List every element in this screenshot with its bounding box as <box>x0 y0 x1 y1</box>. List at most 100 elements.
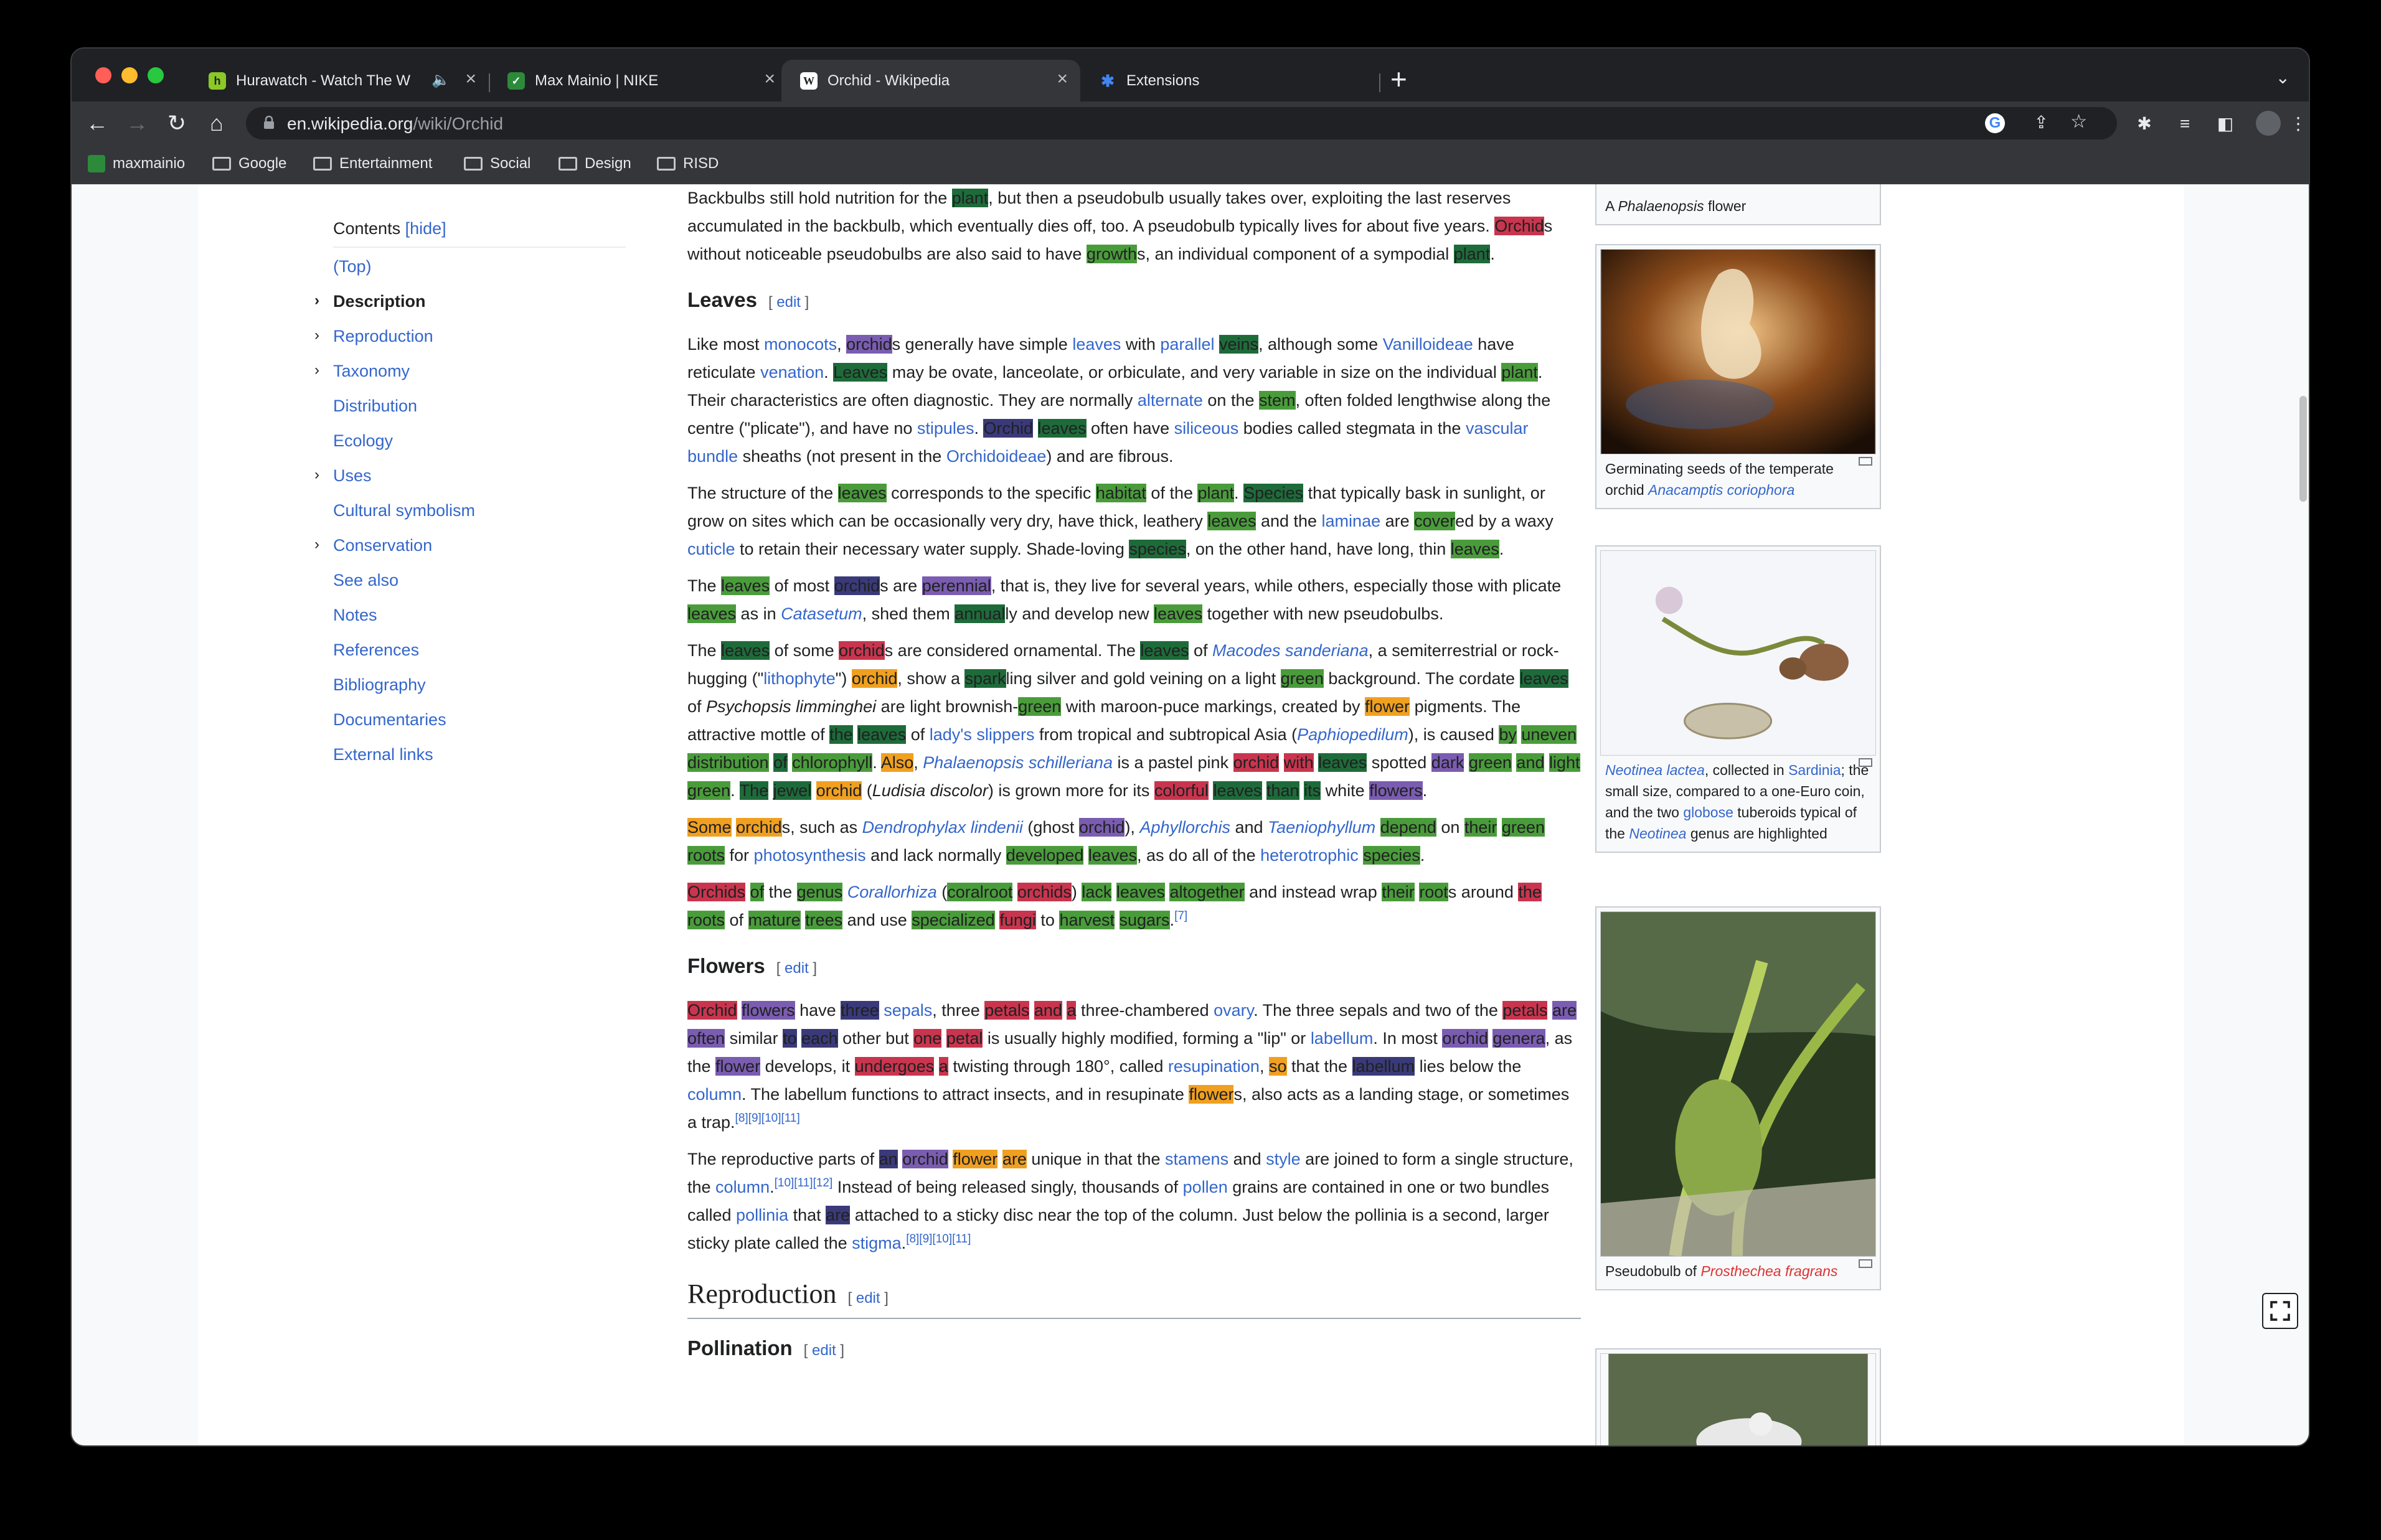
toc-item-bibliography[interactable]: Bibliography <box>333 675 475 710</box>
url-text[interactable]: en.wikipedia.org/wiki/Orchid <box>287 114 503 134</box>
germinating-seeds-image[interactable] <box>1600 249 1876 454</box>
chevron-right-icon[interactable]: › <box>314 362 319 379</box>
bookmark-risd[interactable]: RISD <box>657 155 719 172</box>
thumbnail-prosthechea: Pseudobulb of Prosthechea fragrans <box>1595 906 1881 1290</box>
paragraph: Some orchids, such as Dendrophylax linde… <box>687 818 1545 865</box>
new-tab-button[interactable]: + <box>1390 62 1407 96</box>
back-icon[interactable]: ← <box>84 110 110 136</box>
home-icon[interactable]: ⌂ <box>204 110 230 136</box>
scrollbar-thumb[interactable] <box>2299 396 2307 502</box>
toc-item-notes[interactable]: Notes <box>333 606 475 641</box>
enlarge-icon[interactable] <box>1859 1259 1872 1268</box>
bookmark-design[interactable]: Design <box>559 155 631 172</box>
toc-item-references[interactable]: References <box>333 641 475 675</box>
reload-icon[interactable]: ↻ <box>164 110 190 136</box>
toc-item-taxonomy[interactable]: › Taxonomy <box>314 362 475 397</box>
hurawatch-icon: h <box>209 72 226 90</box>
thumb-caption: Pseudobulb of Prosthechea fragrans <box>1600 1257 1876 1285</box>
toc-item-uses[interactable]: › Uses <box>314 466 475 501</box>
folder-icon <box>212 157 231 171</box>
toc-item-reproduction[interactable]: › Reproduction <box>314 327 475 362</box>
tab-wikipedia[interactable]: W Orchid - Wikipedia × <box>781 60 1080 101</box>
nike-icon: ✓ <box>507 72 525 90</box>
edit-link[interactable]: edit <box>856 1290 880 1307</box>
maximize-window-button[interactable] <box>148 67 164 83</box>
bookmark-star-icon[interactable]: ☆ <box>2070 111 2087 133</box>
tab-search-icon[interactable]: ⌄ <box>2276 67 2290 88</box>
menu-icon[interactable]: ⋮ <box>2288 114 2308 134</box>
forward-icon[interactable]: → <box>124 110 150 136</box>
minimize-window-button[interactable] <box>121 67 138 83</box>
chevron-right-icon[interactable]: › <box>314 327 319 344</box>
tab-strip: h Hurawatch - Watch The W 🔈 × ✓ Max Main… <box>72 49 2309 101</box>
audio-icon[interactable]: 🔈 <box>431 71 450 89</box>
enlarge-icon[interactable] <box>1859 457 1872 466</box>
address-bar[interactable]: en.wikipedia.org/wiki/Orchid G ⇪ ☆ <box>246 107 2117 139</box>
section-heading-reproduction: Reproduction[ edit ] <box>687 1276 1581 1319</box>
thumbnail-neotinea-lactea: Neotinea lactea, collected in Sardinia; … <box>1595 545 1881 853</box>
fullscreen-icon[interactable] <box>2262 1293 2298 1329</box>
toc-item-documentaries[interactable]: Documentaries <box>333 710 475 745</box>
toc-item-cultural-symbolism[interactable]: Cultural symbolism <box>333 501 475 536</box>
bookmark-social[interactable]: Social <box>464 155 530 172</box>
paragraph: Orchid flowers have three sepals, three … <box>687 1001 1577 1132</box>
toc-item-description[interactable]: › Description <box>314 292 475 327</box>
edit-link[interactable]: edit <box>812 1342 836 1359</box>
tab-nike[interactable]: ✓ Max Mainio | NIKE × <box>489 60 788 101</box>
toc-item-conservation[interactable]: › Conservation <box>314 536 475 571</box>
orchid-parts-image[interactable] <box>1600 1353 1876 1447</box>
paragraph: The reproductive parts of an orchid flow… <box>687 1150 1573 1252</box>
tab-extensions[interactable]: ✱ Extensions <box>1080 60 1380 101</box>
toc-item-distribution[interactable]: Distribution <box>333 397 475 431</box>
share-icon[interactable]: ⇪ <box>2034 112 2049 133</box>
section-heading-leaves: Leaves[ edit ] <box>687 288 809 311</box>
browser-window: h Hurawatch - Watch The W 🔈 × ✓ Max Main… <box>70 47 2310 1447</box>
table-of-contents: Contents [hide] (Top) › Description › Repr… <box>314 219 475 780</box>
article-body: Backbulbs still hold nutrition for the p… <box>687 184 1581 1379</box>
paragraph: Like most monocots, orchids generally ha… <box>687 335 1551 466</box>
close-window-button[interactable] <box>95 67 111 83</box>
reading-list-icon[interactable]: ≡ <box>2175 114 2195 134</box>
chevron-right-icon[interactable]: › <box>314 292 319 309</box>
chevron-right-icon[interactable]: › <box>314 466 319 484</box>
folder-icon <box>657 157 676 171</box>
paragraph: Orchids of the genus Corallorhiza (coral… <box>687 883 1542 929</box>
close-tab-icon[interactable]: × <box>764 68 775 90</box>
google-lens-icon[interactable]: G <box>1985 113 2005 133</box>
edit-link[interactable]: edit <box>776 294 801 311</box>
lock-icon[interactable] <box>263 116 275 129</box>
profile-avatar[interactable] <box>2256 111 2281 136</box>
bookmark-maxmainio[interactable]: maxmainio <box>88 155 185 172</box>
thumb-caption: Neotinea lactea, collected in Sardinia; … <box>1600 756 1876 848</box>
bookmark-entertainment[interactable]: Entertainment <box>313 155 432 172</box>
toc-title: Contents [hide] <box>333 219 446 238</box>
wikipedia-page: Contents [hide] (Top) › Description › Repr… <box>198 184 2184 1447</box>
toc-item-external-links[interactable]: External links <box>333 745 475 780</box>
chevron-right-icon[interactable]: › <box>314 536 319 553</box>
thumbnail-phalaenopsis: A Phalaenopsis flower <box>1595 184 1881 225</box>
toc-item-top[interactable]: (Top) <box>333 257 475 292</box>
extensions-icon[interactable]: ✱ <box>2134 114 2154 134</box>
thumb-caption: A Phalaenopsis flower <box>1600 184 1876 220</box>
section-heading-pollination: Pollination[ edit ] <box>687 1336 845 1359</box>
side-panel-icon[interactable]: ◧ <box>2215 114 2235 134</box>
tab-hurawatch[interactable]: h Hurawatch - Watch The W 🔈 × <box>190 60 490 101</box>
edit-link[interactable]: edit <box>785 960 809 977</box>
bookmark-google[interactable]: Google <box>212 155 286 172</box>
paragraph: The structure of the leaves corresponds … <box>687 484 1554 558</box>
toolbar: ← → ↻ ⌂ en.wikipedia.org/wiki/Orchid G ⇪… <box>72 101 2309 145</box>
paragraph: The leaves of most orchids are perennial… <box>687 576 1562 623</box>
prosthechea-image[interactable] <box>1600 911 1876 1257</box>
section-heading-flowers: Flowers[ edit ] <box>687 954 818 977</box>
close-tab-icon[interactable]: × <box>1057 68 1068 90</box>
puzzle-icon: ✱ <box>1101 71 1115 90</box>
toc-item-see-also[interactable]: See also <box>333 571 475 606</box>
page-viewport: Contents [hide] (Top) › Description › Repr… <box>72 184 2309 1447</box>
close-tab-icon[interactable]: × <box>465 68 476 90</box>
paragraph: Backbulbs still hold nutrition for the p… <box>687 189 1553 263</box>
toc-hide-link[interactable]: [hide] <box>405 219 446 238</box>
folder-icon <box>313 157 332 171</box>
toc-item-ecology[interactable]: Ecology <box>333 431 475 466</box>
neotinea-lactea-image[interactable] <box>1600 550 1876 756</box>
enlarge-icon[interactable] <box>1859 758 1872 767</box>
